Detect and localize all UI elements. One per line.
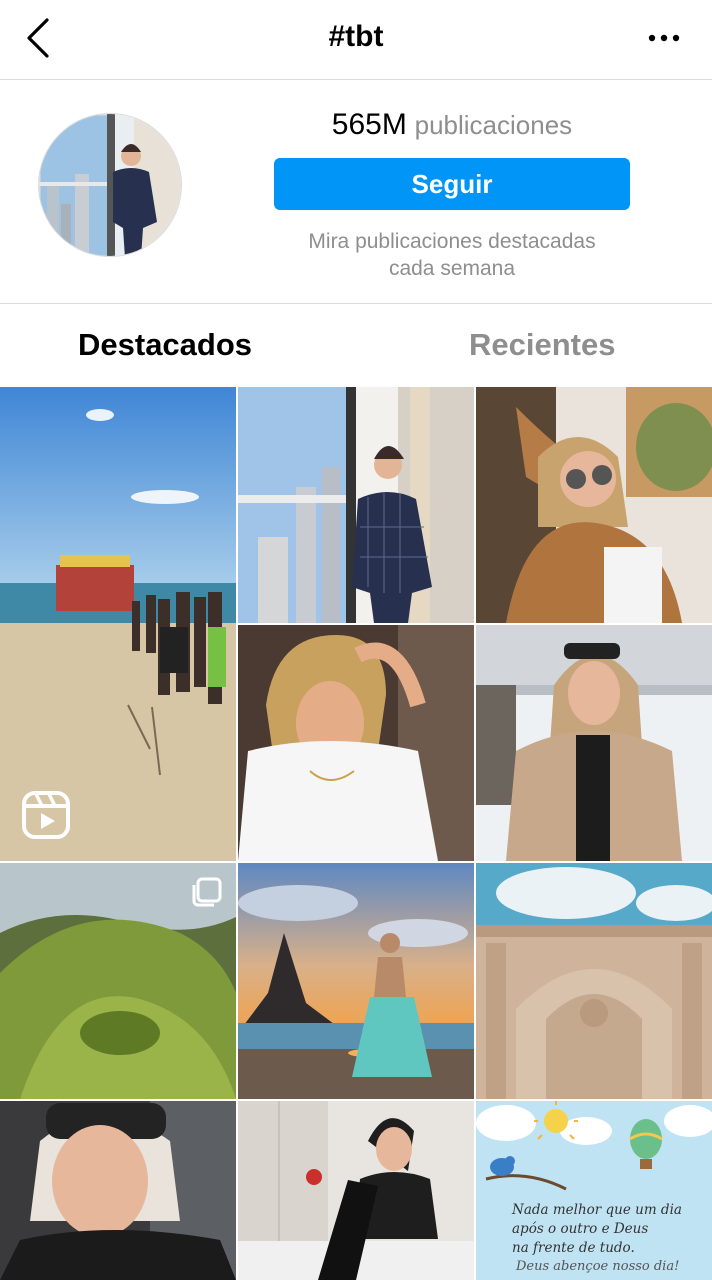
post-tile-arch[interactable] — [476, 863, 712, 1099]
post-tile-green-hills[interactable] — [0, 863, 236, 1099]
follow-button[interactable]: Seguir — [274, 158, 630, 210]
post-count-label: publicaciones — [414, 110, 573, 140]
post-count-number: 565M — [331, 108, 407, 141]
reels-icon — [22, 791, 70, 839]
post-tile-sunglasses[interactable] — [476, 387, 712, 623]
carousel-icon — [192, 877, 222, 907]
top-bar: #tbt — [0, 0, 712, 80]
quote-line-2: após o outro e Deus — [512, 1221, 649, 1237]
quote-signature: Deus abençoe nosso dia! — [516, 1259, 680, 1274]
tab-recientes[interactable]: Recientes — [469, 327, 615, 363]
post-tile-coat-snow[interactable] — [476, 625, 712, 861]
post-tile-cap-car[interactable] — [0, 1101, 236, 1280]
post-tile-black-boots[interactable] — [238, 1101, 474, 1280]
post-grid: Nada melhor que um dia após o outro e De… — [0, 387, 712, 1280]
more-horizontal-icon — [648, 34, 680, 42]
quote-line-3: na frente de tudo. — [512, 1240, 635, 1256]
quote-card-text: Nada melhor que um dia após o outro e De… — [512, 1201, 712, 1258]
post-tile-beach-reel[interactable] — [0, 387, 236, 861]
post-tile-white-tshirt[interactable] — [238, 625, 474, 861]
hint-line-1: Mira publicaciones destacadas — [308, 230, 596, 253]
post-count: 565M publicaciones — [274, 108, 630, 142]
featured-hint: Mira publicaciones destacadas cada seman… — [274, 228, 630, 282]
tab-destacados[interactable]: Destacados — [78, 327, 252, 363]
post-tile-quote-card[interactable]: Nada melhor que um dia após o outro e De… — [476, 1101, 712, 1280]
quote-line-1: Nada melhor que um dia — [512, 1202, 682, 1218]
hint-line-2: cada semana — [388, 257, 516, 280]
post-tile-sunset[interactable] — [238, 863, 474, 1099]
page-title: #tbt — [328, 20, 384, 53]
more-options-button[interactable] — [644, 26, 684, 50]
hashtag-header: 565M publicaciones Seguir Mira publicaci… — [0, 80, 712, 304]
feed-tabs: Destacados Recientes — [0, 305, 712, 387]
post-tile-window[interactable] — [238, 387, 474, 623]
hashtag-avatar[interactable] — [38, 113, 182, 257]
